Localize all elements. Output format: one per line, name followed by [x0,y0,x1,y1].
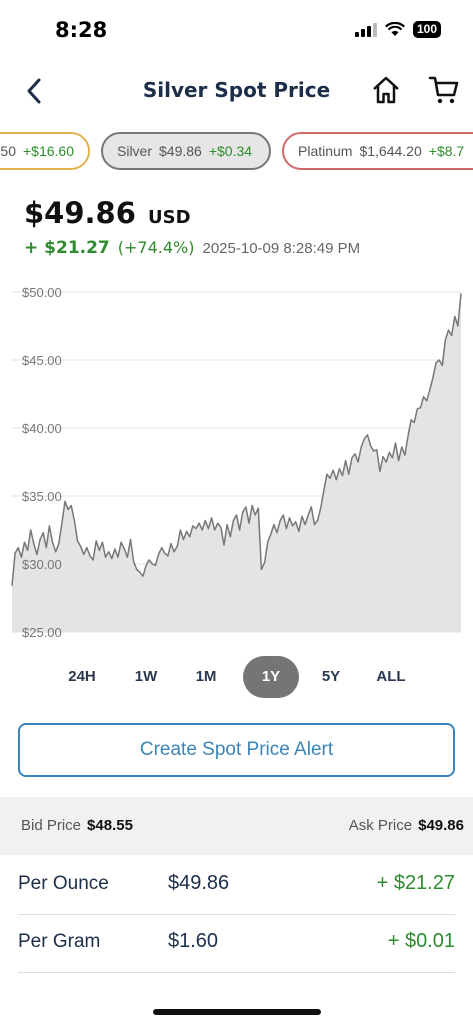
row-label: Per Gram [18,931,101,952]
y-tick-label: $25.00 [22,625,62,640]
ticker-chip-silver[interactable]: Silver $49.86 +$0.34 [101,132,271,170]
tab-1y[interactable]: 1Y [243,656,299,698]
y-tick-label: $40.00 [22,421,62,436]
nav-header: Silver Spot Price [0,62,473,120]
row-label: Per Ounce [18,873,109,894]
home-icon [373,76,399,104]
page-title: Silver Spot Price [142,78,331,102]
price-chart-svg: $50.00 $45.00 $40.00 $35.00 $30.00 $25.00 [11,285,462,640]
change-amount: + $21.27 [24,238,110,258]
change-percent: (+74.4%) [117,238,195,257]
price-change: + $21.27 (+74.4%) 2025-10-09 8:28:49 PM [24,238,360,258]
row-change: + $21.27 [376,872,455,894]
row-per-ounce: Per Ounce $49.86 + $21.27 [18,856,455,915]
status-icons: 100 [354,21,441,38]
y-tick-label: $50.00 [22,285,62,300]
ask-price: Ask Price $49.86 [349,817,464,834]
tab-1w[interactable]: 1W [118,656,174,698]
price-timestamp: 2025-10-09 8:28:49 PM [202,240,361,257]
y-tick-label: $30.00 [22,557,62,572]
y-tick-label: $45.00 [22,353,62,368]
cellular-signal-icon [354,22,377,37]
tab-all[interactable]: ALL [363,656,419,698]
ticker-chip-gold[interactable]: .50 +$16.60 [0,132,90,170]
tab-24h[interactable]: 24H [54,656,110,698]
cart-button[interactable] [428,74,460,110]
current-price: $49.86 USD [24,196,191,230]
wifi-icon [384,22,405,36]
cart-icon [428,76,459,104]
row-value: $49.86 [168,872,230,894]
metal-ticker: .50 +$16.60 Silver $49.86 +$0.34 Platinu… [0,130,473,176]
status-time: 8:28 [55,18,108,42]
row-value: $1.60 [168,930,219,952]
battery-icon: 100 [412,21,441,38]
range-tabs: 24H 1W 1M 1Y 5Y ALL [0,656,473,698]
tab-1m[interactable]: 1M [178,656,234,698]
ask-label: Ask Price [348,817,413,834]
row-per-gram: Per Gram $1.60 + $0.01 [18,914,455,973]
row-change: + $0.01 [387,930,455,952]
bid-ask-bar: Bid Price $48.55 Ask Price $49.86 [0,797,473,855]
chart-area-fill [12,293,461,632]
tab-5y[interactable]: 5Y [303,656,359,698]
home-indicator [153,1009,321,1015]
y-tick-label: $35.00 [22,489,62,504]
ask-value: $49.86 [418,817,464,834]
home-button[interactable] [371,75,401,109]
create-alert-button[interactable]: Create Spot Price Alert [18,723,455,777]
bid-price: Bid Price $48.55 [21,817,133,834]
bid-value: $48.55 [87,817,133,834]
price-currency: USD [148,207,191,228]
price-value: $49.86 [24,196,136,230]
bid-label: Bid Price [21,817,82,834]
price-chart[interactable]: $50.00 $45.00 $40.00 $35.00 $30.00 $25.00 [0,280,473,650]
status-bar: 8:28 100 [0,0,473,62]
ticker-chip-platinum[interactable]: Platinum $1,644.20 +$8.7 [282,132,473,170]
